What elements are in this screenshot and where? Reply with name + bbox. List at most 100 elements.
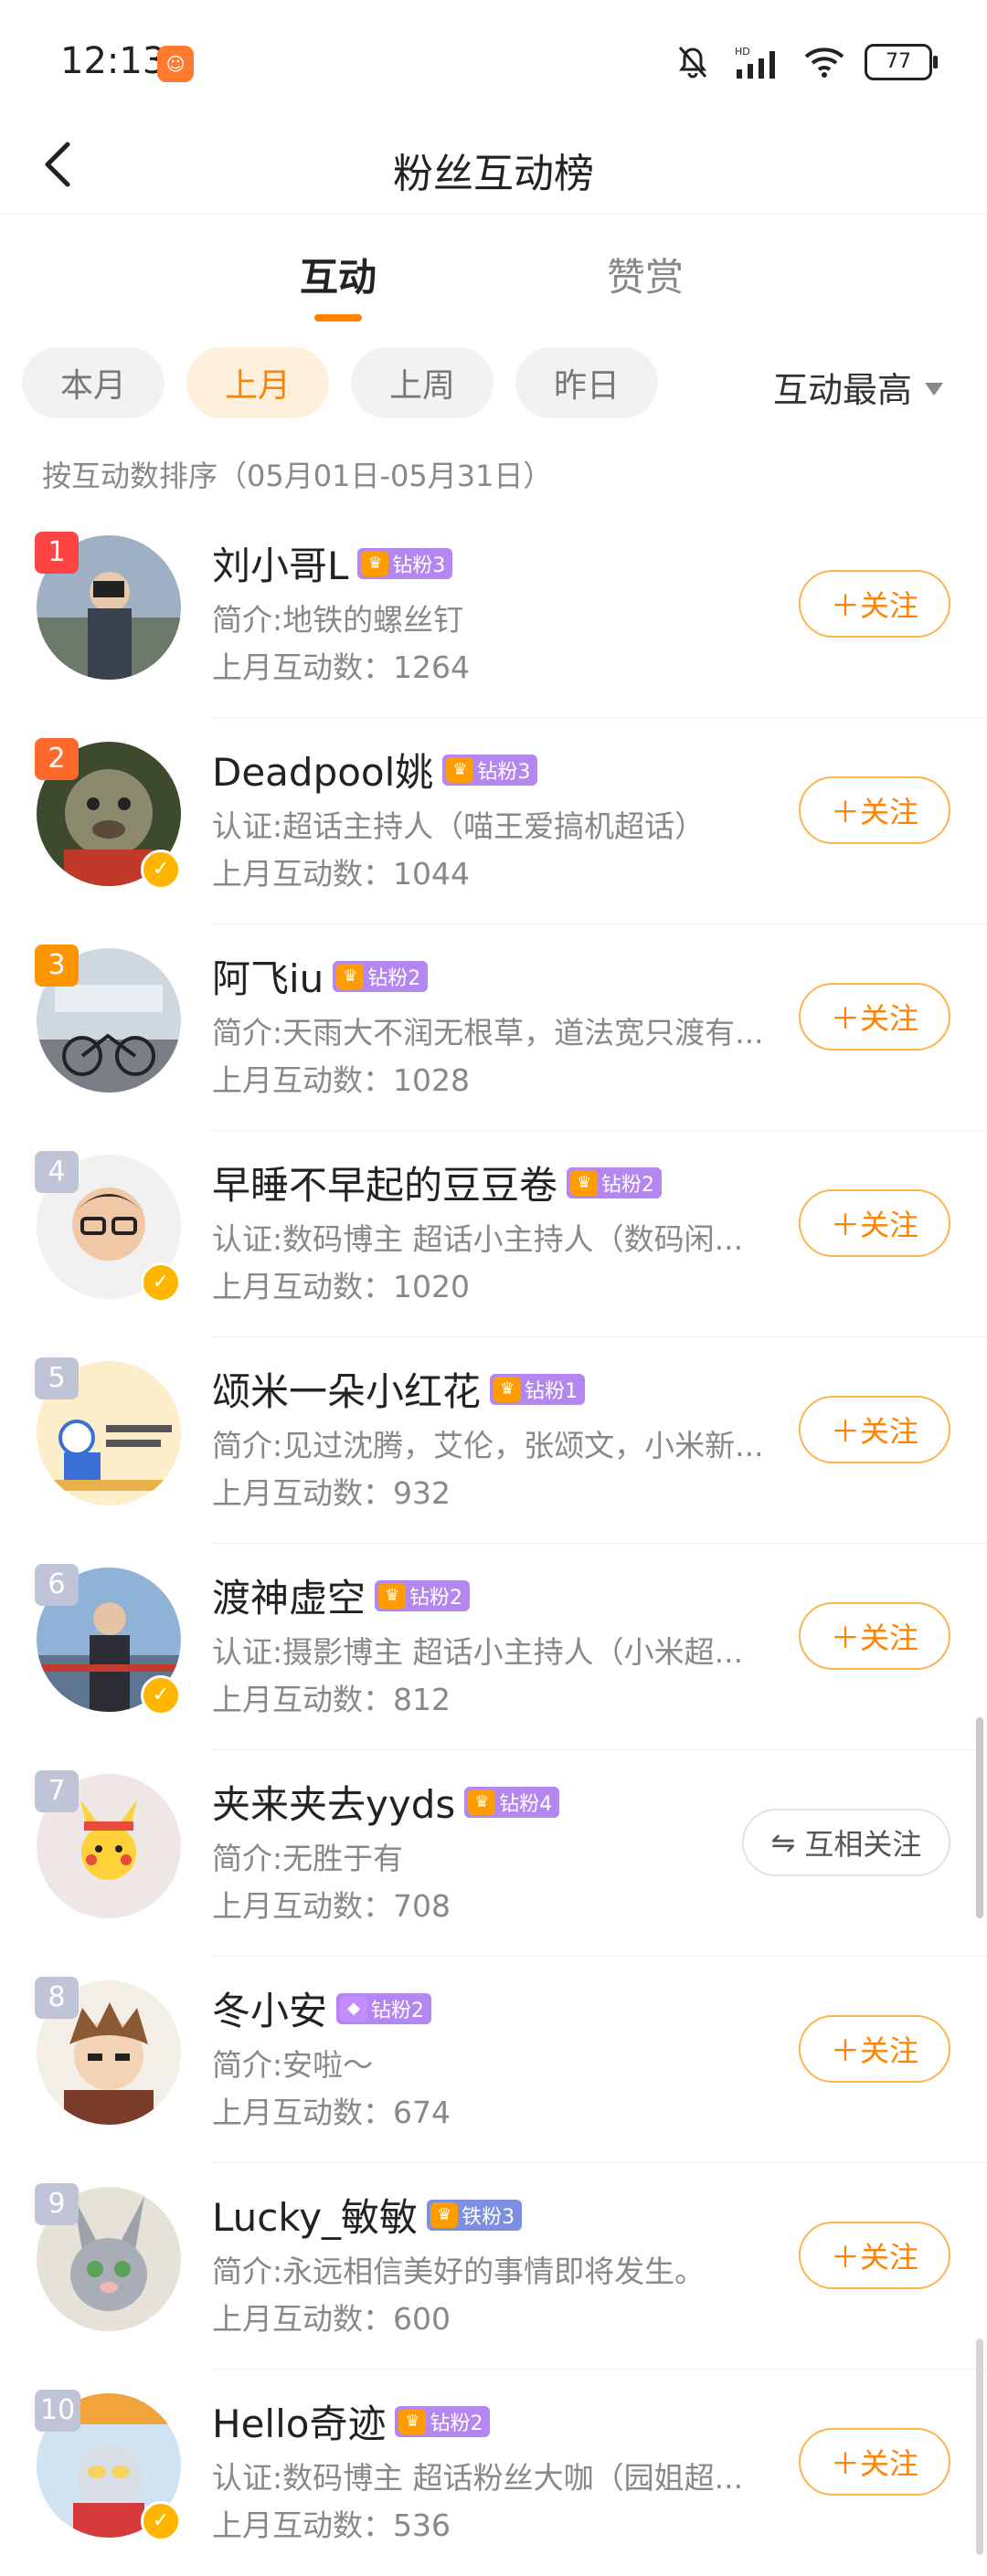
- crown-icon: ♛: [446, 756, 474, 783]
- name-line: 阿飞iu ♛ 钻粉2: [212, 948, 429, 1004]
- follow-button[interactable]: ＋关注: [799, 2428, 950, 2496]
- fan-bio: 认证:摄影博主 超话小主持人（小米超...: [212, 1634, 744, 1670]
- fan-level-badge: ♛ 钻粉2: [567, 1167, 663, 1198]
- fan-level-badge: ♛ 钻粉2: [375, 1579, 471, 1611]
- list-item[interactable]: 5 颂米一朵小红花 ♛ 钻粉1 简介:见过沈腾，艾伦，张颂文，小米新... 上月互…: [0, 1337, 987, 1544]
- interaction-count: 上月互动数：1020: [212, 1269, 470, 1304]
- list-item[interactable]: 7 夹来夹去yyds ♛ 钻粉4 简介:无胜于有 上月互动数：708 ⇋ 互相关注: [0, 1750, 987, 1957]
- header: 粉丝互动榜: [0, 119, 987, 215]
- status-time: 12:13: [60, 40, 166, 82]
- fan-name[interactable]: Hello奇迹: [212, 2393, 386, 2449]
- status-bar: 12:13 ☺ HD 77: [0, 0, 987, 119]
- badge-label: 钻粉2: [430, 2412, 483, 2435]
- follow-button[interactable]: ＋关注: [799, 776, 950, 844]
- list-item[interactable]: 4 ✓ 早睡不早起的豆豆卷 ♛ 钻粉2 认证:数码博主 超话小主持人（数码闲...…: [0, 1131, 987, 1337]
- follow-button[interactable]: ＋关注: [799, 2015, 950, 2083]
- fan-level-badge: ♛ 钻粉2: [333, 960, 429, 992]
- hd-signal-icon: HD: [733, 42, 784, 82]
- filter-this-month[interactable]: 本月: [22, 347, 164, 418]
- mutual-follow-button[interactable]: ⇋ 互相关注: [742, 1809, 950, 1876]
- scrollbar[interactable]: [976, 1717, 983, 1918]
- interaction-count: 上月互动数：1264: [212, 649, 470, 685]
- verified-icon: ✓: [141, 850, 181, 890]
- swap-arrows-icon: ⇋: [770, 1825, 796, 1860]
- follow-button[interactable]: ＋关注: [799, 1189, 950, 1257]
- fan-name[interactable]: 冬小安: [212, 1980, 327, 2036]
- fan-name[interactable]: 阿飞iu: [212, 948, 324, 1004]
- fan-bio: 简介:永远相信美好的事情即将发生。: [212, 2254, 706, 2289]
- crown-icon: ♛: [398, 2408, 427, 2434]
- fan-list: 1 刘小哥L ♛ 钻粉3 简介:地铁的螺丝钉 上月互动数：1264 ＋关注 2 ✓…: [0, 512, 987, 2576]
- list-item[interactable]: 9 Lucky_敏敏 ♛ 铁粉3 简介:永远相信美好的事情即将发生。 上月互动数：…: [0, 2163, 987, 2370]
- filter-last-month[interactable]: 上月: [186, 347, 329, 418]
- name-line: Hello奇迹 ♛ 钻粉2: [212, 2393, 491, 2449]
- tab-reward[interactable]: 赞赏: [607, 247, 684, 302]
- fan-bio: 简介:见过沈腾，艾伦，张颂文，小米新...: [212, 1428, 764, 1463]
- list-item[interactable]: 8 冬小安 ◆ 钻粉2 简介:安啦～ 上月互动数：674 ＋关注: [0, 1957, 987, 2163]
- follow-button[interactable]: ＋关注: [799, 2222, 950, 2289]
- fan-name[interactable]: 夹来夹去yyds: [212, 1774, 455, 1830]
- fan-name[interactable]: 刘小哥L: [212, 535, 348, 591]
- fan-name[interactable]: 颂米一朵小红花: [212, 1361, 481, 1417]
- fan-name[interactable]: Deadpool姚: [212, 742, 433, 797]
- name-line: 冬小安 ◆ 钻粉2: [212, 1980, 432, 2036]
- badge-label: 钻粉4: [499, 1792, 553, 1816]
- rank-badge: 6: [35, 1564, 79, 1606]
- interaction-count: 上月互动数：1044: [212, 856, 470, 892]
- badge-label: 钻粉2: [367, 966, 421, 990]
- list-item[interactable]: 2 ✓ Deadpool姚 ♛ 钻粉3 认证:超话主持人（喵王爱搞机超话） 上月互…: [0, 718, 987, 924]
- fan-bio: 认证:数码博主 超话粉丝大咖（园姐超...: [212, 2460, 744, 2496]
- fan-bio: 简介:地铁的螺丝钉: [212, 602, 464, 638]
- filter-last-week[interactable]: 上周: [351, 347, 494, 418]
- rank-badge: 5: [35, 1357, 79, 1399]
- rank-badge: 2: [35, 738, 79, 780]
- crown-icon: ♛: [468, 1789, 496, 1815]
- sort-dropdown[interactable]: 互动最高: [773, 362, 944, 412]
- badge-label: 钻粉3: [392, 554, 446, 577]
- name-line: 颂米一朵小红花 ♛ 钻粉1: [212, 1361, 586, 1417]
- interaction-count: 上月互动数：932: [212, 1475, 451, 1511]
- list-item[interactable]: 6 ✓ 渡神虚空 ♛ 钻粉2 认证:摄影博主 超话小主持人（小米超... 上月互动…: [0, 1544, 987, 1750]
- name-line: Deadpool姚 ♛ 钻粉3: [212, 742, 538, 797]
- fan-bio: 简介:天雨大不润无根草，道法宽只渡有...: [212, 1015, 764, 1050]
- interaction-count: 上月互动数：536: [212, 2507, 451, 2543]
- verified-icon: ✓: [141, 1262, 181, 1303]
- fan-name[interactable]: 渡神虚空: [212, 1568, 366, 1623]
- rank-badge: 1: [35, 532, 79, 574]
- fan-bio: 认证:超话主持人（喵王爱搞机超话）: [212, 808, 706, 844]
- name-line: Lucky_敏敏 ♛ 铁粉3: [212, 2187, 523, 2243]
- fan-bio: 认证:数码博主 超话小主持人（数码闲...: [212, 1221, 744, 1257]
- list-item[interactable]: 3 阿飞iu ♛ 钻粉2 简介:天雨大不润无根草，道法宽只渡有... 上月互动数：…: [0, 924, 987, 1131]
- follow-button[interactable]: ＋关注: [799, 1602, 950, 1670]
- crown-icon: ♛: [570, 1169, 599, 1196]
- interaction-count: 上月互动数：812: [212, 1682, 451, 1717]
- rank-badge: 8: [35, 1977, 79, 2019]
- fan-name[interactable]: 早睡不早起的豆豆卷: [212, 1155, 557, 1210]
- rank-badge: 3: [35, 945, 79, 987]
- fan-name[interactable]: Lucky_敏敏: [212, 2187, 418, 2243]
- name-line: 夹来夹去yyds ♛ 钻粉4: [212, 1774, 560, 1830]
- list-item[interactable]: 10 ✓ Hello奇迹 ♛ 钻粉2 认证:数码博主 超话粉丝大咖（园姐超... …: [0, 2370, 987, 2576]
- filter-yesterday[interactable]: 昨日: [515, 347, 658, 418]
- mute-bell-icon: [671, 42, 715, 82]
- rank-badge: 9: [35, 2183, 79, 2225]
- tab-interaction[interactable]: 互动: [300, 247, 377, 302]
- follow-button[interactable]: ＋关注: [799, 570, 950, 638]
- crown-icon: ♛: [378, 1582, 407, 1609]
- follow-button[interactable]: ＋关注: [799, 983, 950, 1050]
- name-line: 早睡不早起的豆豆卷 ♛ 钻粉2: [212, 1155, 663, 1210]
- hd-label: HD: [735, 46, 750, 58]
- scrollbar-track: [976, 2338, 983, 2555]
- mutual-follow-label: 互相关注: [804, 1827, 922, 1862]
- list-item[interactable]: 1 刘小哥L ♛ 钻粉3 简介:地铁的螺丝钉 上月互动数：1264 ＋关注: [0, 512, 987, 718]
- fan-bio: 简介:无胜于有: [212, 1841, 404, 1876]
- diamond-icon: ◆: [340, 1995, 368, 2022]
- fan-level-badge: ♛ 钻粉2: [395, 2405, 491, 2437]
- wifi-icon: [802, 42, 846, 82]
- badge-label: 钻粉2: [409, 1586, 463, 1610]
- rank-badge: 4: [35, 1151, 79, 1193]
- battery-indicator: 77: [865, 44, 938, 80]
- crown-icon: ♛: [494, 1376, 522, 1402]
- follow-button[interactable]: ＋关注: [799, 1396, 950, 1463]
- period-filters: 本月 上月 上周 昨日 互动最高: [0, 345, 987, 422]
